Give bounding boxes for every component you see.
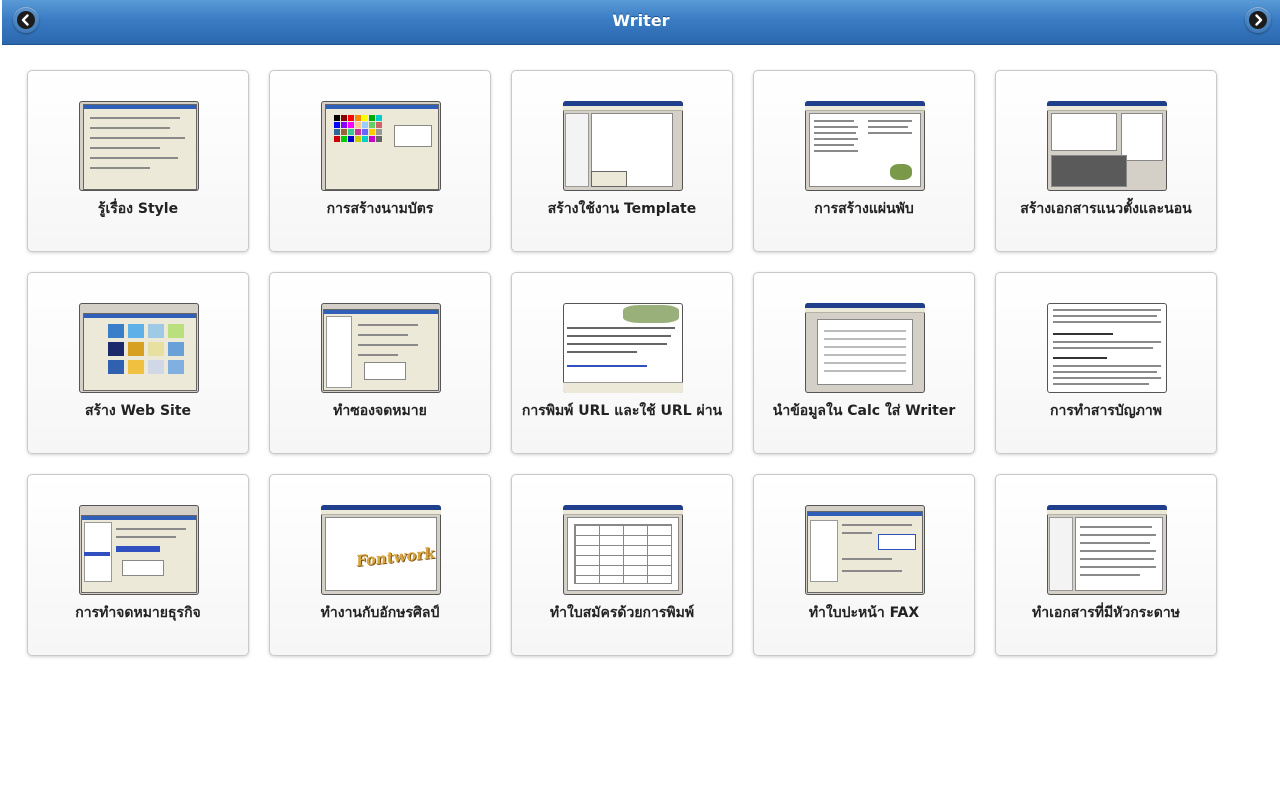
chevron-left-glyph (21, 14, 29, 26)
envelope-thumbnail (321, 303, 441, 393)
tile-portrait-landscape[interactable]: สร้างเอกสารแนวตั้งและนอน (995, 70, 1217, 252)
tile-brochure[interactable]: การสร้างแผ่นพับ (753, 70, 975, 252)
menu-popup-shape (591, 171, 627, 187)
tile-business-letter[interactable]: การทำจดหมายธุรกิจ (27, 474, 249, 656)
calc-to-writer-thumbnail (805, 303, 925, 393)
tile-envelope[interactable]: ทำซองจดหมาย (269, 272, 491, 454)
tile-table-of-figures[interactable]: การทำสารบัญภาพ (995, 272, 1217, 454)
tile-fax-cover[interactable]: ทำใบปะหน้า FAX (753, 474, 975, 656)
tile-template[interactable]: สร้างใช้งาน Template (511, 70, 733, 252)
fontwork-wordart: Fontwork (355, 543, 435, 571)
url-thumbnail (563, 303, 683, 393)
fontwork-thumbnail: Fontwork (321, 505, 441, 595)
web-site-thumbnail (79, 303, 199, 393)
table-of-figures-thumbnail (1047, 303, 1167, 393)
wizard-dialog-shape (81, 515, 197, 593)
header-bar: Writer (2, 0, 1280, 45)
chevron-right-glyph (1255, 14, 1263, 26)
business-letter-thumbnail (79, 505, 199, 595)
style-thumbnail (79, 101, 199, 191)
color-dialog-shape (325, 104, 439, 190)
tile-style[interactable]: รู้เรื่อง Style (27, 70, 249, 252)
envelope-dialog-shape (323, 309, 439, 391)
application-form-thumbnail (563, 505, 683, 595)
page-title: Writer (612, 11, 670, 30)
brochure-thumbnail (805, 101, 925, 191)
tile-label: นำข้อมูลใน Calc ใส่ Writer (772, 403, 956, 419)
fax-cover-thumbnail (805, 505, 925, 595)
tile-web-site[interactable]: สร้าง Web Site (27, 272, 249, 454)
tile-label: สร้างเอกสารแนวตั้งและนอน (1020, 201, 1192, 217)
tile-label: สร้าง Web Site (84, 403, 192, 419)
tile-label: การสร้างนามบัตร (326, 201, 434, 217)
tutorial-grid: รู้เรื่อง Style การสร้างนามบัตร สร้างใช้… (27, 70, 1217, 656)
tile-label: ทำงานกับอักษรศิลป์ (320, 605, 440, 621)
tile-letterhead[interactable]: ทำเอกสารที่มีหัวกระดาษ (995, 474, 1217, 656)
tile-label: การสร้างแผ่นพับ (814, 201, 914, 217)
business-card-thumbnail (321, 101, 441, 191)
template-thumbnail (563, 101, 683, 191)
tile-label: การทำจดหมายธุรกิจ (75, 605, 201, 621)
tile-url[interactable]: การพิมพ์ URL และใช้ URL ผ่าน (511, 272, 733, 454)
gallery-dialog-shape (83, 313, 197, 391)
tile-business-card[interactable]: การสร้างนามบัตร (269, 70, 491, 252)
tile-label: สร้างใช้งาน Template (547, 201, 697, 217)
dialog-shape (83, 104, 197, 190)
tile-label: การทำสารบัญภาพ (1049, 403, 1162, 419)
tile-label: ทำซองจดหมาย (333, 403, 427, 419)
tile-label: ทำใบปะหน้า FAX (808, 605, 920, 621)
portrait-landscape-thumbnail (1047, 101, 1167, 191)
tile-application-form[interactable]: ทำใบสมัครด้วยการพิมพ์ (511, 474, 733, 656)
forward-button[interactable] (1245, 7, 1271, 33)
tile-calc-to-writer[interactable]: นำข้อมูลใน Calc ใส่ Writer (753, 272, 975, 454)
fax-wizard-dialog-shape (807, 511, 923, 593)
tile-label: การพิมพ์ URL และใช้ URL ผ่าน (521, 403, 723, 419)
back-button[interactable] (13, 7, 39, 33)
letterhead-thumbnail (1047, 505, 1167, 595)
tile-label: ทำใบสมัครด้วยการพิมพ์ (549, 605, 695, 621)
tile-fontwork[interactable]: Fontwork ทำงานกับอักษรศิลป์ (269, 474, 491, 656)
tile-label: รู้เรื่อง Style (97, 201, 179, 217)
tile-label: ทำเอกสารที่มีหัวกระดาษ (1032, 605, 1180, 621)
